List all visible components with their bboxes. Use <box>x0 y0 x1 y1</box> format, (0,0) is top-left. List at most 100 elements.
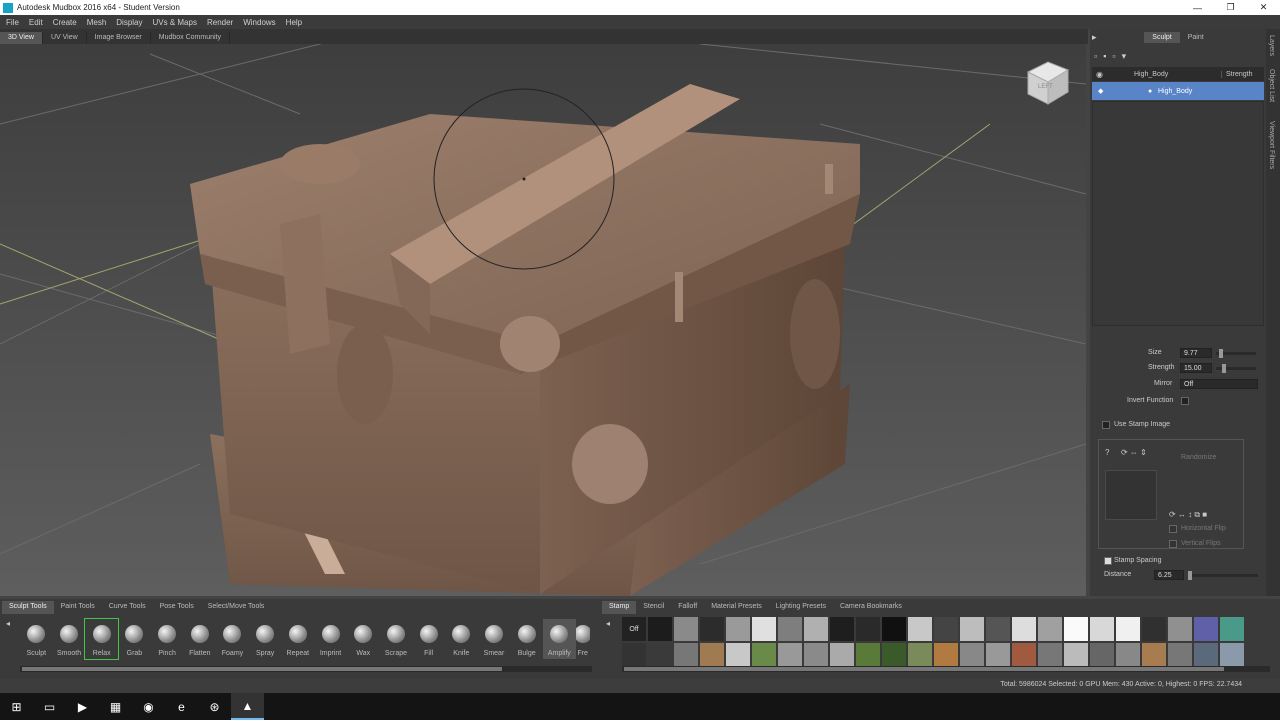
tab-paint-tools[interactable]: Paint Tools <box>54 601 102 614</box>
help-icon[interactable]: ? <box>1105 448 1109 457</box>
stamp-item[interactable] <box>1194 643 1218 667</box>
stamp-item[interactable] <box>1038 617 1062 641</box>
stamp-item[interactable] <box>830 617 854 641</box>
minimize-button[interactable]: — <box>1181 0 1214 15</box>
tab-sculpt[interactable]: Sculpt <box>1144 32 1180 43</box>
stamp-item[interactable] <box>1220 617 1244 641</box>
tab-uv-view[interactable]: UV View <box>43 32 87 44</box>
rotate-icon[interactable]: ⟳ ⇔ ⇕ <box>1121 448 1147 457</box>
tab-paint[interactable]: Paint <box>1180 32 1212 43</box>
stamp-item[interactable] <box>1064 617 1088 641</box>
use-stamp-checkbox[interactable] <box>1102 421 1110 429</box>
stamp-item[interactable] <box>856 643 880 667</box>
tool-wax[interactable]: Wax <box>347 619 380 659</box>
stamp-item[interactable] <box>986 617 1010 641</box>
tab-select-move-tools[interactable]: Select/Move Tools <box>201 601 272 614</box>
calculator-icon[interactable]: ▦ <box>99 693 132 720</box>
tab-camera-bookmarks[interactable]: Camera Bookmarks <box>833 601 909 614</box>
file-explorer-icon[interactable]: ▭ <box>33 693 66 720</box>
stamp-item[interactable] <box>778 643 802 667</box>
tab-image-browser[interactable]: Image Browser <box>87 32 151 44</box>
vertical-flip-checkbox[interactable] <box>1169 540 1177 548</box>
stamp-item[interactable] <box>960 617 984 641</box>
stamp-item[interactable] <box>1116 643 1140 667</box>
tab-material-presets[interactable]: Material Presets <box>704 601 769 614</box>
stamp-item[interactable] <box>1246 617 1270 641</box>
viewcube-icon[interactable]: LEFT <box>1022 56 1072 106</box>
stamp-item[interactable] <box>752 617 776 641</box>
stamp-item[interactable] <box>648 617 672 641</box>
tool-relax[interactable]: Relax <box>84 618 120 660</box>
tab-falloff[interactable]: Falloff <box>671 601 704 614</box>
tool-spray[interactable]: Spray <box>249 619 282 659</box>
mirror-dropdown[interactable]: Off <box>1180 379 1258 389</box>
stamp-item[interactable] <box>726 643 750 667</box>
stamp-item[interactable] <box>934 617 958 641</box>
stamp-item[interactable] <box>986 643 1010 667</box>
stamp-item[interactable] <box>648 643 672 667</box>
menu-windows[interactable]: Windows <box>243 18 275 27</box>
layer-menu-icon[interactable]: ▾ <box>1122 51 1127 62</box>
panel-collapse-icon[interactable]: ▸ <box>1092 32 1097 43</box>
tab-mudbox-community[interactable]: Mudbox Community <box>151 32 230 44</box>
layer-row-selected[interactable]: ◆ ● High_Body <box>1092 82 1264 100</box>
tool-grab[interactable]: Grab <box>118 619 151 659</box>
menu-mesh[interactable]: Mesh <box>87 18 107 27</box>
stamp-scrollbar[interactable] <box>622 666 1270 672</box>
tool-scrape[interactable]: Scrape <box>380 619 413 659</box>
tab-curve-tools[interactable]: Curve Tools <box>102 601 153 614</box>
3d-viewport[interactable]: LEFT <box>0 44 1086 596</box>
stamp-item[interactable] <box>778 617 802 641</box>
maximize-button[interactable]: ❐ <box>1214 0 1247 15</box>
side-tab-object-list[interactable]: Object List <box>1268 69 1275 102</box>
stamp-item[interactable] <box>700 643 724 667</box>
tool-smear[interactable]: Smear <box>478 619 511 659</box>
tool-sculpt[interactable]: Sculpt <box>20 619 53 659</box>
stamp-item[interactable] <box>1038 643 1062 667</box>
stamp-item[interactable] <box>1116 617 1140 641</box>
tool-repeat[interactable]: Repeat <box>282 619 315 659</box>
distance-field[interactable]: 6.25 <box>1154 570 1184 580</box>
strength-slider[interactable] <box>1216 364 1256 373</box>
menu-help[interactable]: Help <box>286 18 302 27</box>
stamp-spacing-checkbox[interactable] <box>1104 557 1112 565</box>
size-slider[interactable] <box>1216 349 1256 358</box>
tab-lighting-presets[interactable]: Lighting Presets <box>769 601 833 614</box>
tab-3d-view[interactable]: 3D View <box>0 32 43 44</box>
stamp-item[interactable] <box>1090 643 1114 667</box>
horizontal-flip-checkbox[interactable] <box>1169 525 1177 533</box>
folder-icon[interactable]: ▪ <box>1103 51 1106 61</box>
tab-pose-tools[interactable]: Pose Tools <box>153 601 201 614</box>
strength-field[interactable]: 15.00 <box>1180 363 1212 373</box>
tab-sculpt-tools[interactable]: Sculpt Tools <box>2 601 54 614</box>
menu-display[interactable]: Display <box>116 18 142 27</box>
stamp-item[interactable] <box>830 643 854 667</box>
stamp-item[interactable] <box>908 617 932 641</box>
chrome-icon[interactable]: ◉ <box>132 693 165 720</box>
windows-start-icon[interactable]: ⊞ <box>0 693 33 720</box>
stamp-item[interactable] <box>882 643 906 667</box>
new-layer-icon[interactable]: ▫ <box>1094 51 1097 61</box>
stamp-item[interactable] <box>1220 643 1244 667</box>
menu-uvs-maps[interactable]: UVs & Maps <box>153 18 197 27</box>
stamp-item[interactable] <box>804 643 828 667</box>
menu-render[interactable]: Render <box>207 18 233 27</box>
tool-knife[interactable]: Knife <box>445 619 478 659</box>
stamp-item[interactable] <box>882 617 906 641</box>
stamp-item[interactable] <box>960 643 984 667</box>
menu-create[interactable]: Create <box>53 18 77 27</box>
stamp-item[interactable] <box>1142 617 1166 641</box>
tools-scrollbar[interactable] <box>20 666 592 672</box>
stamp-item[interactable] <box>622 643 646 667</box>
stamp-transform-icons[interactable]: ⟳ ↔ ↕ ⧉ ■ <box>1169 510 1207 520</box>
stamp-item[interactable] <box>674 617 698 641</box>
menu-edit[interactable]: Edit <box>29 18 43 27</box>
stamp-item[interactable] <box>752 643 776 667</box>
stamp-item[interactable] <box>1194 617 1218 641</box>
stamp-item[interactable] <box>1012 617 1036 641</box>
tool-smooth[interactable]: Smooth <box>53 619 86 659</box>
tab-stamp[interactable]: Stamp <box>602 601 637 614</box>
distance-slider[interactable] <box>1188 571 1258 580</box>
tool-flatten[interactable]: Flatten <box>183 619 216 659</box>
stamp-item[interactable] <box>674 643 698 667</box>
